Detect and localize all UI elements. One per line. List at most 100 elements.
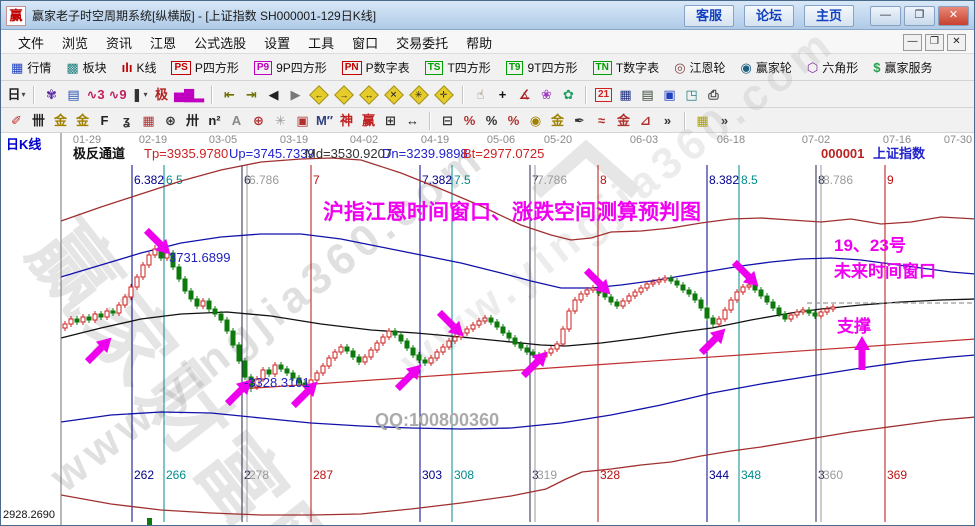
spiral-tool-button[interactable]: ʓ: [117, 111, 136, 131]
more-tools-1-button[interactable]: »: [658, 111, 677, 131]
menu-window[interactable]: 窗口: [343, 31, 387, 54]
menu-browse[interactable]: 浏览: [53, 31, 97, 54]
j-angle-button[interactable]: ⊿: [636, 111, 655, 131]
diamond-left-button[interactable]: ←: [309, 85, 329, 105]
f-ruler-button[interactable]: F: [95, 111, 114, 131]
restore-button[interactable]: ❐: [904, 6, 935, 26]
child-restore-button[interactable]: ❐: [925, 34, 944, 51]
child-close-button[interactable]: ✕: [947, 34, 966, 51]
width-arrows-button[interactable]: ↔: [403, 111, 422, 131]
kline-button[interactable]: ılıK线: [118, 58, 161, 77]
info-panel-button[interactable]: ▤: [64, 85, 83, 105]
step-forward-button[interactable]: ▶: [286, 85, 305, 105]
gann-wheel-button[interactable]: ◎江恩轮: [670, 58, 729, 77]
price-plot[interactable]: 6.3822626.5266626.78627872877.3823037.53…: [1, 133, 975, 526]
save-tool-button[interactable]: ▣: [660, 85, 679, 105]
menu-help[interactable]: 帮助: [457, 31, 501, 54]
n2-ruler-button[interactable]: n²: [205, 111, 224, 131]
pattern-tool-button[interactable]: ✾: [42, 85, 61, 105]
t-number-table-button[interactable]: TNT数字表: [589, 58, 664, 77]
red-grid-pen-button[interactable]: ▦: [139, 111, 158, 131]
child-minimize-button[interactable]: —: [903, 34, 922, 51]
diamond-plus-button[interactable]: ✛: [434, 85, 454, 105]
more-tools-2-button[interactable]: »: [715, 111, 734, 131]
9t-square-button[interactable]: T99T四方形: [502, 58, 582, 77]
goto-first-button[interactable]: ⇤: [220, 85, 239, 105]
gann-ticks-button[interactable]: 卌: [29, 111, 48, 131]
p-number-table-button[interactable]: PNP数字表: [338, 58, 414, 77]
menu-gann[interactable]: 江恩: [141, 31, 185, 54]
goto-last-button[interactable]: ⇥: [242, 85, 261, 105]
diamond-star-button[interactable]: ✳: [409, 85, 429, 105]
titlebar-button-forum[interactable]: 论坛: [744, 5, 794, 27]
menu-formula-stock-pick[interactable]: 公式选股: [185, 31, 255, 54]
step-back-button[interactable]: ◀: [264, 85, 283, 105]
target-cross-button[interactable]: ⊕: [249, 111, 268, 131]
flower-tool-button[interactable]: ❀: [537, 85, 556, 105]
calendar-tool-button[interactable]: 21: [594, 85, 613, 105]
tick-ruler-button[interactable]: 卅: [183, 111, 202, 131]
percent-underline-button[interactable]: %: [504, 111, 523, 131]
menu-trade-order[interactable]: 交易委托: [387, 31, 457, 54]
golden-ticks-2-button[interactable]: 金: [73, 111, 92, 131]
m-marks-button[interactable]: M″: [315, 111, 334, 131]
slant-a-button[interactable]: A: [227, 111, 246, 131]
red-box-grid-button[interactable]: ▣: [293, 111, 312, 131]
hand-tool-button[interactable]: ☝: [471, 85, 490, 105]
shen-tool-button[interactable]: 神: [337, 111, 356, 131]
menu-news[interactable]: 资讯: [97, 31, 141, 54]
double-wave-button[interactable]: ≈: [592, 111, 611, 131]
crosshair-tool-button[interactable]: +: [493, 85, 512, 105]
title-bar: 赢 赢家老子时空周期系统[纵横版] - [上证指数 SH000001-129日K…: [1, 1, 974, 30]
titlebar-button-home[interactable]: 主页: [804, 5, 854, 27]
profile-chart-button[interactable]: ▅▇▂: [174, 85, 204, 105]
percent-wave-button[interactable]: %: [460, 111, 479, 131]
period-selector-button[interactable]: 日▾: [7, 85, 26, 105]
diamond-right-button[interactable]: →: [334, 85, 354, 105]
wave-3-button[interactable]: ∿3: [86, 85, 105, 105]
golden-red-bars-button[interactable]: 金: [614, 111, 633, 131]
golden-bars-button[interactable]: 金: [548, 111, 567, 131]
candle-style-button[interactable]: ❚▾: [130, 85, 149, 105]
titlebar-button-support[interactable]: 客服: [684, 5, 734, 27]
p-square-button[interactable]: PSP四方形: [167, 58, 242, 77]
hexagon-icon: ⬡: [807, 61, 818, 75]
angle-tool-button[interactable]: ∡: [515, 85, 534, 105]
t-square-button[interactable]: TST四方形: [421, 58, 495, 77]
diamond-cross-button[interactable]: ✕: [384, 85, 404, 105]
gray-star-button[interactable]: ✳: [271, 111, 290, 131]
print-tool-button[interactable]: ⎙: [704, 85, 723, 105]
golden-circle-button[interactable]: ◉: [526, 111, 545, 131]
quotes-button[interactable]: ▦行情: [7, 58, 55, 77]
grid-123-button[interactable]: ⊞: [381, 111, 400, 131]
calculator-tool-button[interactable]: ▦: [616, 85, 635, 105]
cycle-circle-button[interactable]: ⊛: [161, 111, 180, 131]
minimize-button[interactable]: —: [870, 6, 901, 26]
leaf-tool-button[interactable]: ✿: [559, 85, 578, 105]
more-tools-1-icon: »: [664, 114, 671, 128]
yellow-grid-button[interactable]: ▦: [693, 111, 712, 131]
close-button[interactable]: ✕: [938, 6, 969, 26]
diamond-horizontal-button[interactable]: ↔: [359, 85, 379, 105]
hexagon-button[interactable]: ⬡六角形: [803, 58, 862, 77]
ying-tool-button[interactable]: 赢: [359, 111, 378, 131]
knife-dot-button[interactable]: ✒: [570, 111, 589, 131]
sectors-button[interactable]: ▩板块: [62, 58, 110, 77]
menu-settings[interactable]: 设置: [255, 31, 299, 54]
percent-plain-button[interactable]: %: [482, 111, 501, 131]
candle-style-icon: ❚: [132, 88, 143, 102]
menu-file[interactable]: 文件: [9, 31, 53, 54]
golden-ticks-1-button[interactable]: 金: [51, 111, 70, 131]
chart-area[interactable]: 赢家财富网www.yingjia360.comwww.yingjia360.co…: [1, 133, 975, 526]
menu-tools[interactable]: 工具: [299, 31, 343, 54]
scale-percent-button[interactable]: ⊟: [438, 111, 457, 131]
wave-9-button[interactable]: ∿9: [108, 85, 127, 105]
9p-square-button[interactable]: P99P四方形: [250, 58, 331, 77]
winner-service-button[interactable]: $赢家服务: [869, 58, 936, 77]
brush-tool-button[interactable]: ✐: [7, 111, 26, 131]
notepad-tool-button[interactable]: ▤: [638, 85, 657, 105]
winner-wheel-button[interactable]: ◉赢家轮: [737, 58, 796, 77]
sync-tool-button[interactable]: ◳: [682, 85, 701, 105]
scale-percent-icon: ⊟: [442, 114, 453, 128]
extreme-channel-button[interactable]: 极: [152, 85, 171, 105]
